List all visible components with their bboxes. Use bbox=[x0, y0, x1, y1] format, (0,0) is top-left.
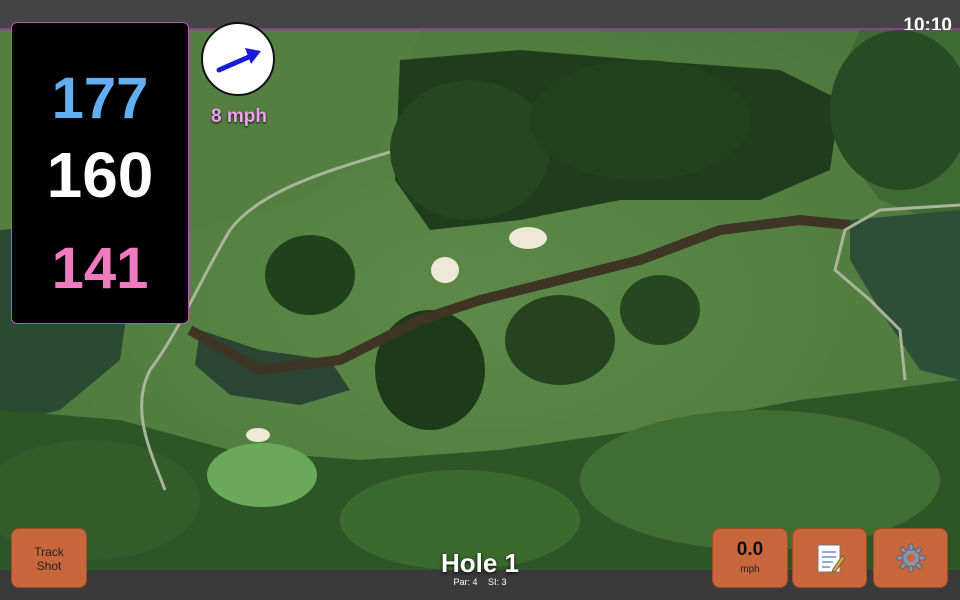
notepad-icon bbox=[817, 544, 845, 573]
notes-button[interactable] bbox=[792, 528, 867, 588]
wind-direction-dial bbox=[201, 22, 275, 96]
arrow-up-right-icon bbox=[216, 48, 261, 73]
yardage-panel: 177 160 141 bbox=[11, 22, 189, 324]
hole-stroke-index: SI: 3 bbox=[488, 577, 507, 587]
wind-speed-label: 8 mph bbox=[211, 106, 267, 127]
settings-button[interactable] bbox=[873, 528, 948, 588]
hole-info: Par: 4 SI: 3 bbox=[380, 577, 580, 587]
hole-par: Par: 4 bbox=[453, 577, 478, 587]
front-yardage: 141 bbox=[51, 236, 149, 301]
hole-title: Hole 1 bbox=[440, 548, 520, 578]
back-yardage: 177 bbox=[51, 66, 149, 131]
gear-icon bbox=[896, 543, 925, 573]
middle-yardage: 160 bbox=[46, 139, 154, 211]
track-shot-button[interactable]: Track Shot bbox=[11, 528, 87, 588]
speed-unit: mph bbox=[740, 564, 760, 575]
speed-value: 0.0 bbox=[736, 539, 764, 560]
speed-button[interactable]: 0.0 mph bbox=[712, 528, 788, 588]
track-shot-label: Track Shot bbox=[34, 545, 64, 573]
